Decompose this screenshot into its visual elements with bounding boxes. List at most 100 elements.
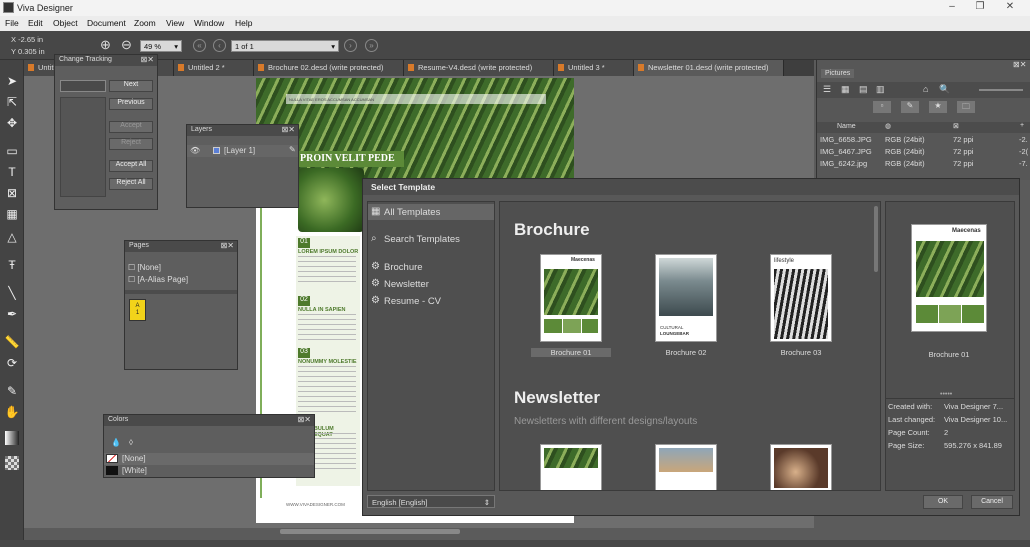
triangle-tool-icon[interactable]: △ — [3, 228, 21, 246]
language-select[interactable]: English [English] ⇕ — [367, 495, 495, 508]
tab-resume-v4[interactable]: Resume-V4.desd (write protected) — [404, 60, 554, 76]
table-row[interactable]: IMG_6242.jpg RGB (24bit) 72 ppi -7. — [817, 159, 1030, 170]
color-mode-icon[interactable]: ◍ — [885, 122, 891, 130]
menu-object[interactable]: Object — [53, 18, 78, 28]
template-brochure-02[interactable]: CULTURAL LOUNGEBAR — [655, 254, 717, 342]
previous-page-icon[interactable]: ‹ — [213, 39, 226, 52]
change-search-input[interactable] — [60, 80, 106, 92]
cancel-button[interactable]: Cancel — [971, 495, 1013, 509]
list-view-icon[interactable]: ☰ — [823, 84, 831, 95]
new-file-icon[interactable]: ▫ — [873, 101, 891, 113]
accept-button[interactable]: Accept — [109, 121, 153, 133]
rectangle-tool-icon[interactable]: ▭ — [3, 142, 21, 160]
color-row-none[interactable]: [None] — [104, 453, 314, 465]
selection-tool-icon[interactable]: ➤ — [3, 72, 21, 90]
category-newsletter[interactable]: ⚙ Newsletter — [368, 278, 494, 292]
table-row[interactable]: IMG_6467.JPG RGB (24bit) 72 ppi -2( — [817, 147, 1030, 158]
line-tool-icon[interactable]: ╲ — [3, 284, 21, 302]
tab-newsletter-01[interactable]: Newsletter 01.desd (write protected) — [634, 60, 784, 76]
ok-button[interactable]: OK — [923, 495, 963, 509]
favorite-icon[interactable]: ★ — [929, 101, 947, 113]
category-search-templates[interactable]: ⌕ Search Templates — [368, 233, 494, 247]
gradient-tool-icon[interactable] — [5, 431, 19, 445]
page-item-alias[interactable]: ☐ [A-Alias Page] — [128, 275, 188, 284]
previous-button[interactable]: Previous — [109, 98, 153, 110]
close-icon[interactable]: ⊠✕ — [282, 125, 295, 134]
menu-zoom[interactable]: Zoom — [134, 18, 156, 28]
page-select[interactable]: 1 of 1 ▾ — [231, 40, 339, 52]
splitter-handle[interactable]: ••••• — [940, 391, 952, 398]
thumb-view-icon[interactable]: ▥ — [876, 84, 885, 95]
close-icon[interactable]: ⊠✕ — [1013, 60, 1026, 69]
move-tool-icon[interactable]: ✥ — [3, 114, 21, 132]
fill-icon[interactable]: 💧 — [111, 438, 121, 447]
grid-view-icon[interactable]: ▦ — [841, 84, 850, 95]
color-row-white[interactable]: [White] — [104, 465, 314, 477]
tab-untitled-3[interactable]: Untitled 3 * — [554, 60, 634, 76]
reject-button[interactable]: Reject — [109, 138, 153, 150]
image-frame-icon[interactable]: ⊠ — [3, 184, 21, 202]
minimize-icon[interactable]: – — [940, 1, 964, 12]
category-all-templates[interactable]: ▦ All Templates — [368, 204, 494, 220]
column-name[interactable]: Name — [837, 123, 856, 130]
table-row[interactable]: IMG_6658.JPG RGB (24bit) 72 ppi -2. — [817, 135, 1030, 146]
close-window-icon[interactable]: ✕ — [998, 1, 1022, 12]
eye-icon[interactable]: 👁 — [190, 146, 200, 155]
close-icon[interactable]: ⊠✕ — [141, 55, 154, 64]
template-newsletter-02[interactable] — [655, 444, 717, 490]
rotate-tool-icon[interactable]: ⟳ — [3, 354, 21, 372]
home-icon[interactable]: ⌂ — [923, 84, 928, 94]
template-brochure-01[interactable]: Maecenas — [540, 254, 602, 342]
zoom-out-icon[interactable]: ⊖ — [121, 37, 132, 53]
table-tool-icon[interactable]: ▦ — [3, 205, 21, 223]
menu-view[interactable]: View — [166, 18, 184, 28]
change-list[interactable] — [60, 97, 106, 197]
eyedropper-icon[interactable]: ✎ — [3, 382, 21, 400]
page-item-none[interactable]: ☐ [None] — [128, 263, 161, 272]
menu-help[interactable]: Help — [235, 18, 252, 28]
last-page-icon[interactable]: » — [365, 39, 378, 52]
category-resume-cv[interactable]: ⚙ Resume - CV — [368, 295, 494, 309]
menu-window[interactable]: Window — [194, 18, 224, 28]
gallery-scrollbar[interactable] — [874, 206, 878, 272]
close-icon[interactable]: ⊠✕ — [298, 415, 311, 424]
page-thumbnail[interactable]: A 1 — [129, 299, 146, 321]
template-newsletter-03[interactable] — [770, 444, 832, 490]
folder-icon[interactable]: 🗀 — [957, 101, 975, 113]
stroke-icon[interactable]: ◊ — [129, 438, 133, 447]
edit-file-icon[interactable]: ✎ — [901, 101, 919, 113]
panel-divider[interactable] — [125, 290, 237, 294]
pencil-icon[interactable]: ✎ — [289, 145, 296, 154]
menu-document[interactable]: Document — [87, 18, 126, 28]
reject-all-button[interactable]: Reject All — [109, 178, 153, 190]
first-page-icon[interactable]: « — [193, 39, 206, 52]
hand-tool-icon[interactable]: ✋ — [3, 403, 21, 421]
next-page-icon[interactable]: › — [344, 39, 357, 52]
layer-row[interactable]: 👁 [Layer 1] ✎ — [187, 145, 298, 157]
transparency-tool-icon[interactable] — [5, 456, 19, 470]
pictures-tab[interactable]: Pictures — [821, 69, 855, 78]
text-frame-icon[interactable]: T — [3, 163, 21, 181]
resolution-icon[interactable]: ⊠ — [953, 122, 959, 130]
next-button[interactable]: Next — [109, 80, 153, 92]
direct-selection-icon[interactable]: ⇱ — [3, 93, 21, 111]
close-icon[interactable]: ⊠✕ — [221, 241, 234, 250]
template-brochure-03[interactable]: lifestyle — [770, 254, 832, 342]
search-icon[interactable]: 🔍 — [939, 84, 950, 95]
menu-file[interactable]: File — [5, 18, 19, 28]
tab-untitled-2[interactable]: Untitled 2 * — [174, 60, 254, 76]
text-tool-icon[interactable]: Ŧ — [3, 256, 21, 274]
maximize-icon[interactable]: ❐ — [968, 1, 992, 12]
grapes-image[interactable] — [298, 168, 364, 232]
zoom-select[interactable]: 49 % ▾ — [140, 40, 182, 52]
tab-brochure-02[interactable]: Brochure 02.desd (write protected) — [254, 60, 404, 76]
add-column-icon[interactable]: + — [1020, 122, 1024, 129]
accept-all-button[interactable]: Accept All — [109, 160, 153, 172]
pen-tool-icon[interactable]: ✒ — [3, 305, 21, 323]
zoom-slider[interactable] — [979, 89, 1023, 91]
ruler-tool-icon[interactable]: 📏 — [3, 333, 21, 351]
detail-view-icon[interactable]: ▤ — [859, 84, 868, 95]
horizontal-scrollbar[interactable] — [280, 529, 460, 534]
category-brochure[interactable]: ⚙ Brochure — [368, 261, 494, 275]
zoom-in-icon[interactable]: ⊕ — [100, 37, 111, 53]
